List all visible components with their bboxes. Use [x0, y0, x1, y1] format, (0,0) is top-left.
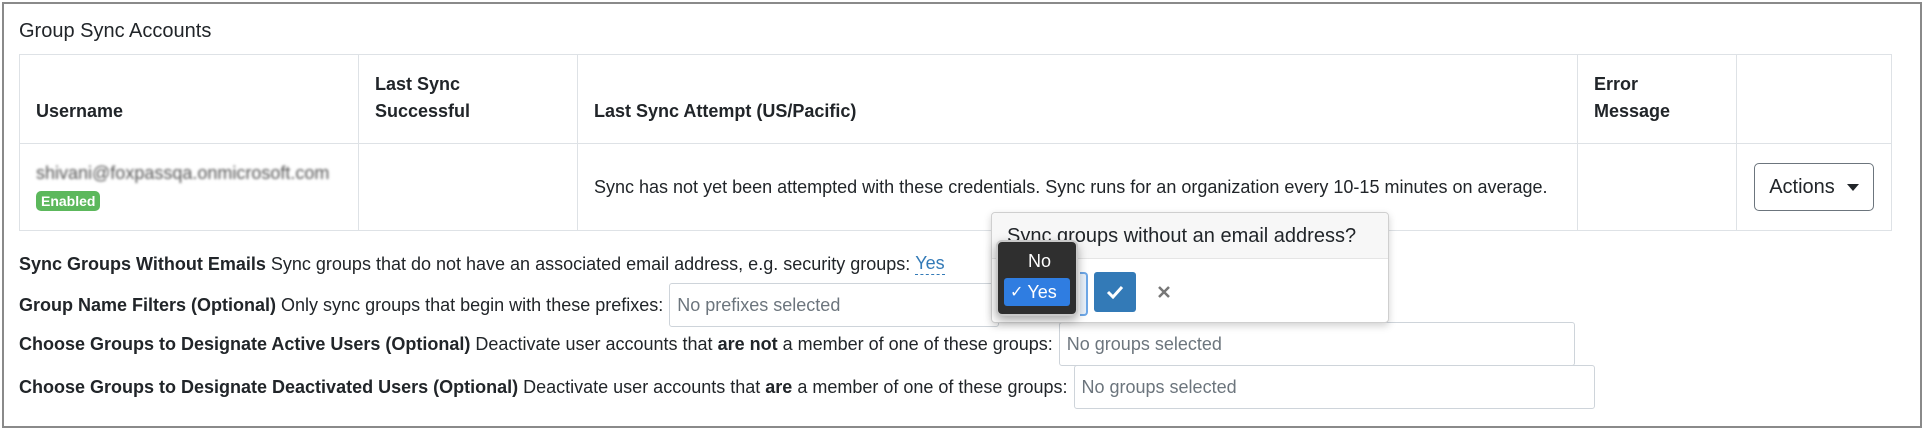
- header-error-message: Error Message: [1577, 54, 1737, 144]
- cell-actions: Actions: [1736, 143, 1892, 231]
- header-last-sync-successful: Last Sync Successful: [358, 54, 578, 144]
- panel-title: Group Sync Accounts: [19, 20, 212, 42]
- setting-description: a member of one of these groups:: [782, 333, 1053, 354]
- group-sync-table: Username Last Sync Successful Last Sync A…: [19, 54, 1892, 231]
- header-username: Username: [19, 54, 359, 144]
- actions-dropdown-button[interactable]: Actions: [1754, 163, 1874, 211]
- header-last-sync-attempt: Last Sync Attempt (US/Pacific): [577, 54, 1578, 144]
- cancel-button[interactable]: [1150, 272, 1178, 312]
- table-row: shivani@foxpassqa.onmicrosoft.com Enable…: [19, 143, 1892, 231]
- actions-label: Actions: [1769, 175, 1835, 198]
- prefix-filter-input[interactable]: No prefixes selected: [669, 283, 1000, 327]
- cell-last-sync-successful: [358, 143, 578, 231]
- checkmark-icon: ✓: [1010, 284, 1024, 301]
- dropdown-option-label: Yes: [1027, 281, 1057, 302]
- setting-sync-without-emails: Sync Groups Without Emails Sync groups t…: [19, 253, 945, 275]
- setting-description: Sync groups that do not have an associat…: [270, 253, 911, 274]
- setting-emphasis: are not: [717, 333, 778, 354]
- setting-description: a member of one of these groups:: [797, 376, 1068, 397]
- confirm-button[interactable]: [1094, 272, 1136, 312]
- caret-down-icon: [1846, 183, 1859, 191]
- check-icon: [1106, 285, 1124, 299]
- setting-emphasis: are: [765, 376, 793, 397]
- close-icon: [1158, 286, 1170, 298]
- header-actions: [1736, 54, 1892, 144]
- dropdown-option-yes[interactable]: ✓ Yes: [1004, 278, 1070, 306]
- setting-description: Deactivate user accounts that: [523, 376, 761, 397]
- setting-label: Sync Groups Without Emails: [19, 253, 266, 274]
- setting-active-users-groups: Choose Groups to Designate Active Users …: [19, 322, 1575, 366]
- setting-description: Only sync groups that begin with these p…: [281, 294, 664, 315]
- deactivated-users-groups-input[interactable]: No groups selected: [1073, 365, 1595, 409]
- status-badge: Enabled: [36, 191, 101, 211]
- setting-label: Choose Groups to Designate Deactivated U…: [19, 376, 519, 397]
- setting-deactivated-users-groups: Choose Groups to Designate Deactivated U…: [19, 365, 1595, 409]
- dropdown-option-no[interactable]: No: [1004, 247, 1070, 275]
- active-users-groups-input[interactable]: No groups selected: [1058, 322, 1575, 366]
- username-text: shivani@foxpassqa.onmicrosoft.com: [36, 163, 330, 183]
- setting-description: Deactivate user accounts that: [475, 333, 713, 354]
- setting-group-name-filters: Group Name Filters (Optional) Only sync …: [19, 283, 1000, 327]
- yes-no-dropdown-menu: No ✓ Yes: [996, 240, 1078, 316]
- setting-label: Group Name Filters (Optional): [19, 294, 277, 315]
- yes-no-select[interactable]: [1080, 272, 1088, 316]
- table-header-row: Username Last Sync Successful Last Sync A…: [19, 54, 1892, 144]
- cell-error-message: [1577, 143, 1737, 231]
- sync-without-emails-editable-link[interactable]: Yes: [915, 253, 945, 275]
- cell-username: shivani@foxpassqa.onmicrosoft.com Enable…: [19, 143, 359, 231]
- setting-label: Choose Groups to Designate Active Users …: [19, 333, 471, 354]
